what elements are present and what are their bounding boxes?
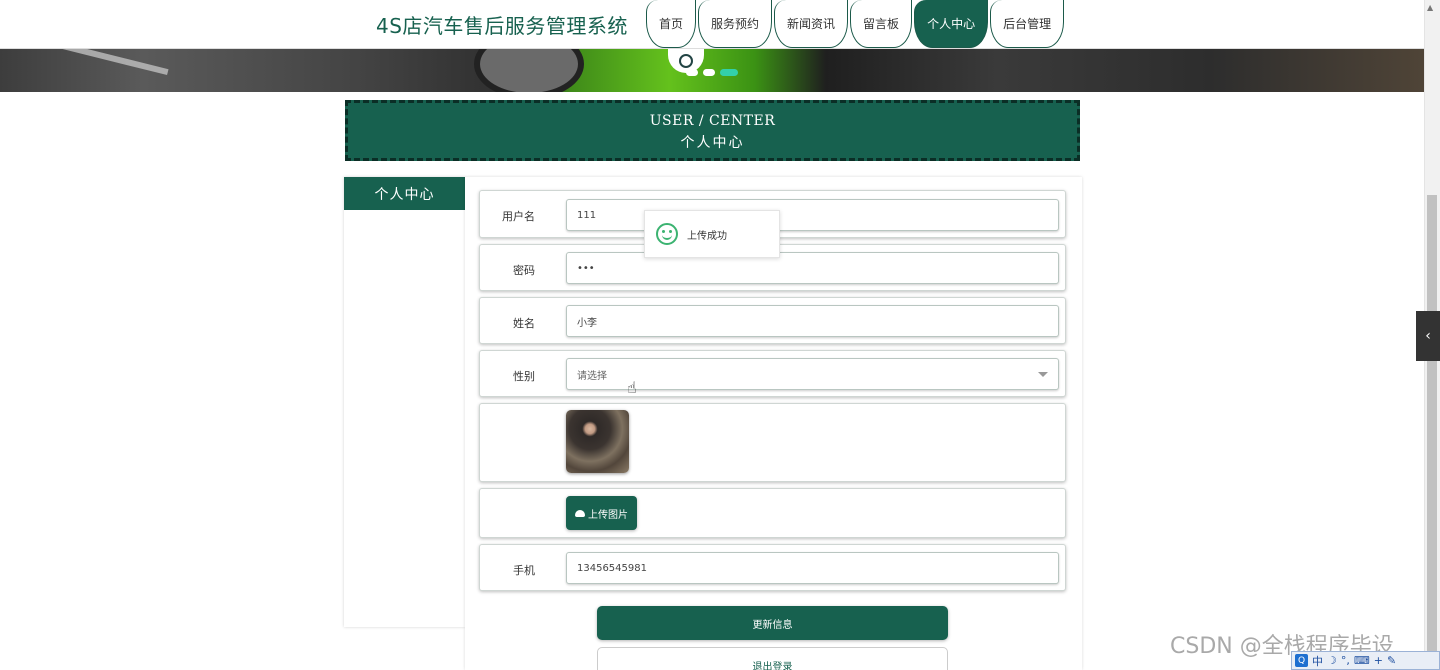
hand-cursor-icon: ☝ (627, 378, 637, 397)
moon-icon[interactable]: ☽ (1327, 654, 1337, 667)
chevron-down-icon (1038, 372, 1048, 377)
road-marking (21, 49, 169, 76)
carousel-dots (686, 69, 738, 76)
avatar-row (479, 403, 1066, 482)
phone-row: 手机 13456545981 (479, 544, 1066, 591)
username-input[interactable]: 111 (566, 199, 1059, 231)
hero-banner (0, 49, 1424, 92)
page-title-en: USER / CENTER (649, 113, 776, 129)
toast-message: 上传成功 (687, 230, 727, 242)
gender-label: 性别 (513, 370, 535, 383)
top-header: 4S店汽车售后服务管理系统 首页 服务预约 新闻资讯 留言板 个人中心 后台管理 (0, 0, 1424, 49)
upload-image-label: 上传图片 (588, 509, 628, 521)
chevron-left-icon: ‹ (1425, 328, 1431, 344)
plus-icon[interactable]: + (1374, 654, 1383, 667)
main-nav: 首页 服务预约 新闻资讯 留言板 个人中心 后台管理 (646, 0, 1066, 49)
side-panel-toggle-button[interactable]: ‹ (1416, 311, 1440, 361)
gender-row: 性别 请选择 (479, 350, 1066, 397)
password-label: 密码 (513, 264, 535, 277)
nav-user-center[interactable]: 个人中心 (914, 0, 989, 48)
user-sidebar: 个人中心 (344, 177, 465, 627)
nav-home[interactable]: 首页 (646, 0, 697, 48)
upload-row: 上传图片 (479, 488, 1066, 538)
name-label: 姓名 (513, 317, 535, 330)
site-title: 4S店汽车售后服务管理系统 (376, 14, 628, 38)
car-wheel-image (474, 49, 584, 92)
username-label: 用户名 (502, 210, 535, 223)
logout-button[interactable]: 退出登录 (597, 647, 948, 670)
nav-news[interactable]: 新闻资讯 (774, 0, 849, 48)
gender-select[interactable]: 请选择 (566, 358, 1059, 390)
phone-label: 手机 (513, 564, 535, 577)
ime-mode-toggle[interactable]: 中 (1312, 653, 1323, 669)
nav-service-booking[interactable]: 服务预约 (698, 0, 773, 48)
ime-logo-icon[interactable]: Q (1295, 654, 1308, 667)
gender-select-placeholder: 请选择 (577, 370, 607, 382)
name-row: 姓名 小李 (479, 297, 1066, 344)
page-title-panel: USER / CENTER 个人中心 (345, 100, 1080, 161)
avatar (566, 410, 629, 473)
upload-image-button[interactable]: 上传图片 (566, 496, 637, 530)
carousel-dot[interactable] (703, 69, 715, 76)
settings-wrench-icon[interactable]: ✎ (1387, 654, 1396, 667)
upload-success-toast: 上传成功 (644, 210, 780, 258)
name-input[interactable]: 小李 (566, 305, 1059, 337)
smile-icon (656, 223, 678, 245)
sidebar-item-user-center[interactable]: 个人中心 (344, 177, 465, 210)
keyboard-icon[interactable]: ⌨ (1354, 654, 1370, 667)
punctuation-icon[interactable]: °, (1341, 654, 1350, 667)
page-title-cn: 个人中心 (680, 135, 745, 151)
carousel-dot-active[interactable] (720, 69, 738, 76)
ime-toolbar: Q 中 ☽ °, ⌨ + ✎ (1291, 651, 1440, 670)
password-input[interactable]: ••• (566, 252, 1059, 284)
phone-input[interactable]: 13456545981 (566, 552, 1059, 584)
scroll-up-arrow-icon[interactable]: ▲ (1427, 3, 1433, 12)
nav-message-board[interactable]: 留言板 (850, 0, 913, 48)
cloud-upload-icon (575, 509, 585, 517)
nav-admin[interactable]: 后台管理 (990, 0, 1065, 48)
update-info-button[interactable]: 更新信息 (597, 606, 948, 640)
carousel-dot[interactable] (686, 69, 698, 76)
scrollbar-thumb[interactable] (1427, 195, 1437, 655)
